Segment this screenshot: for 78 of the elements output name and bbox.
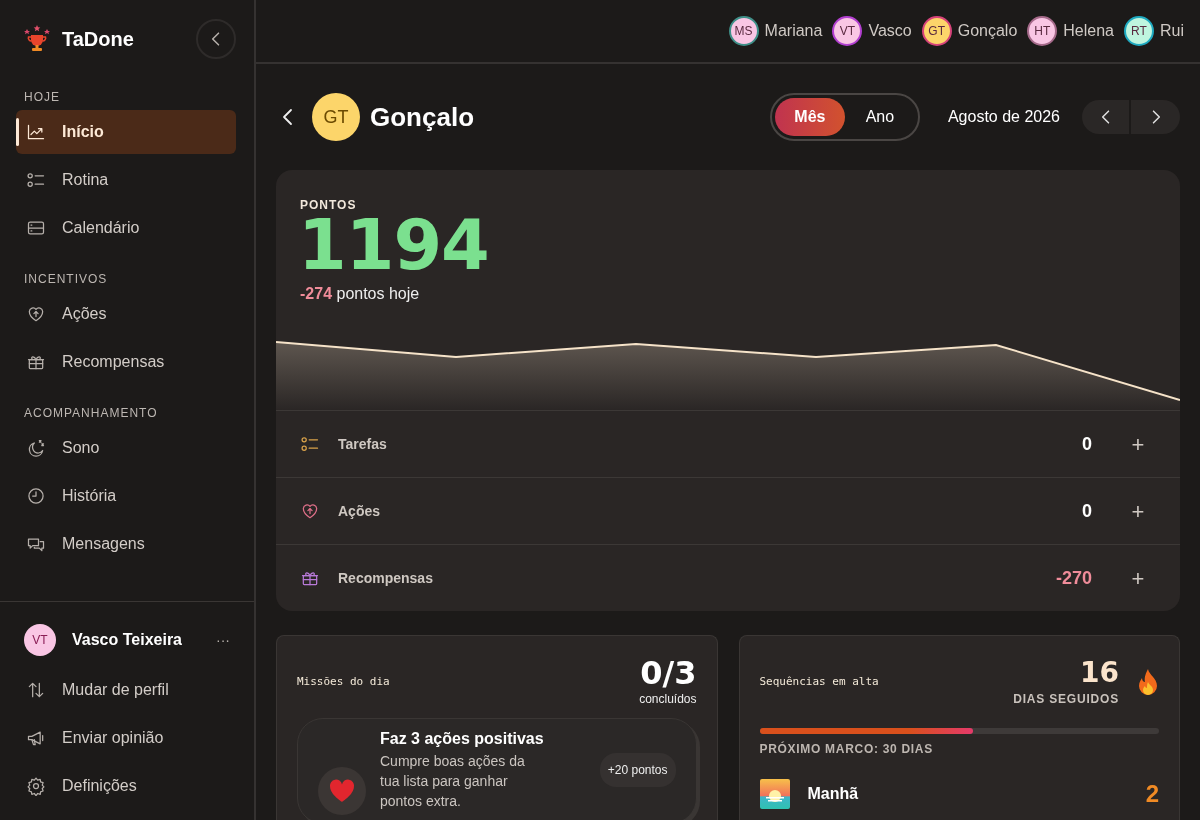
member-name: Gonçalo (957, 21, 1018, 41)
mission-card[interactable]: Faz 3 ações positivas Cumpre boas ações da tua lista para ganhar pontos extra. +20 pontos (297, 718, 697, 820)
sidebar-item[interactable]: Sono (16, 426, 236, 470)
mission-title: Faz 3 ações positivas (380, 729, 544, 749)
period-label: Agosto de 2026 (947, 107, 1060, 127)
member-chip[interactable]: RT Rui (1124, 16, 1184, 46)
user-avatar[interactable]: VT (24, 624, 56, 656)
sidebar-item[interactable]: Recompensas (16, 340, 236, 384)
sunrise-icon (759, 779, 790, 809)
sidebar-item[interactable]: Definições (16, 764, 236, 808)
checklist-icon (300, 434, 320, 454)
section-title: HOJE (23, 89, 61, 106)
missions-count: 0/3 (639, 656, 697, 690)
chart-icon (26, 122, 46, 142)
profile-name: Gonçalo (370, 100, 474, 134)
collapse-button[interactable] (196, 19, 236, 59)
profile-avatar: GT (312, 93, 360, 141)
period-tab[interactable]: Mês (774, 98, 845, 136)
points-today-label: pontos hoje (335, 285, 420, 302)
member-name: Rui (1160, 21, 1184, 41)
member-name: Mariana (764, 21, 823, 41)
member-chip[interactable]: GT Gonçalo (921, 16, 1018, 46)
member-avatar: MS (728, 16, 759, 46)
stat-label: Tarefas (338, 434, 387, 454)
moon-icon (26, 438, 46, 458)
checklist-icon (26, 170, 46, 190)
stat-value: 0 (1082, 432, 1092, 456)
swap-icon (26, 680, 46, 700)
stat-label: Recompensas (338, 568, 433, 588)
member-avatar: RT (1124, 16, 1154, 46)
add-button[interactable]: + (1120, 493, 1156, 529)
app-name: TaDone (62, 27, 134, 52)
heart-icon (26, 304, 46, 324)
sidebar-item[interactable]: Início (16, 110, 236, 154)
stat-value: 0 (1082, 499, 1092, 523)
member-chip[interactable]: MS Mariana (728, 16, 823, 46)
points-value: 1194 (297, 214, 490, 276)
settings-icon (26, 776, 46, 796)
member-name: Helena (1063, 21, 1114, 41)
streak-days-label: DIAS SEGUIDOS (1013, 691, 1119, 708)
mission-description: Cumpre boas ações da tua lista para ganhar pontos extra. (380, 752, 526, 811)
trophy-logo (22, 24, 52, 54)
period-tab[interactable]: Ano (844, 98, 915, 136)
member-avatar: GT (921, 16, 952, 46)
streak-item-label: Manhã (807, 784, 859, 804)
add-button[interactable]: + (1120, 426, 1156, 462)
points-label: PONTOS (299, 197, 358, 214)
member-chip[interactable]: HT Helena (1027, 16, 1114, 46)
sidebar-item[interactable]: História (16, 474, 236, 518)
stat-value: -270 (1055, 566, 1092, 590)
section-title: ACOMPANHAMENTO (23, 405, 159, 422)
streak-days: 16 (1013, 656, 1119, 690)
sidebar-item[interactable]: Rotina (16, 158, 236, 202)
section-title: INCENTIVOS (23, 271, 109, 288)
member-avatar: VT (832, 16, 863, 46)
missions-title: Missões do dia (297, 673, 390, 690)
milestone-label: PRÓXIMO MARCO: 30 DIAS (759, 740, 934, 758)
sidebar-item[interactable]: Enviar opinião (16, 716, 236, 760)
clock-icon (26, 486, 46, 506)
stat-label: Ações (338, 501, 381, 521)
heart-icon (329, 779, 355, 803)
reward-badge: +20 pontos (599, 753, 676, 787)
sidebar-item[interactable]: Mudar de perfil (16, 668, 236, 712)
streak-title: Sequências em alta (759, 673, 879, 690)
member-name: Vasco (868, 21, 912, 41)
streak-item-value: 2 (1145, 779, 1159, 809)
sidebar-item[interactable]: Mensagens (16, 522, 236, 566)
heart-icon (300, 501, 320, 521)
user-name: Vasco Teixeira (72, 630, 182, 650)
fire-icon (1137, 668, 1159, 696)
member-chip[interactable]: VT Vasco (832, 16, 912, 46)
missions-count-label: concluídos (639, 691, 697, 708)
member-avatar: HT (1027, 16, 1058, 46)
sidebar-item[interactable]: Calendário (16, 206, 236, 250)
points-delta: -274 (300, 285, 333, 302)
add-button[interactable]: + (1120, 560, 1156, 596)
sidebar-item[interactable]: Ações (16, 292, 236, 336)
more-button[interactable]: ··· (216, 629, 230, 651)
